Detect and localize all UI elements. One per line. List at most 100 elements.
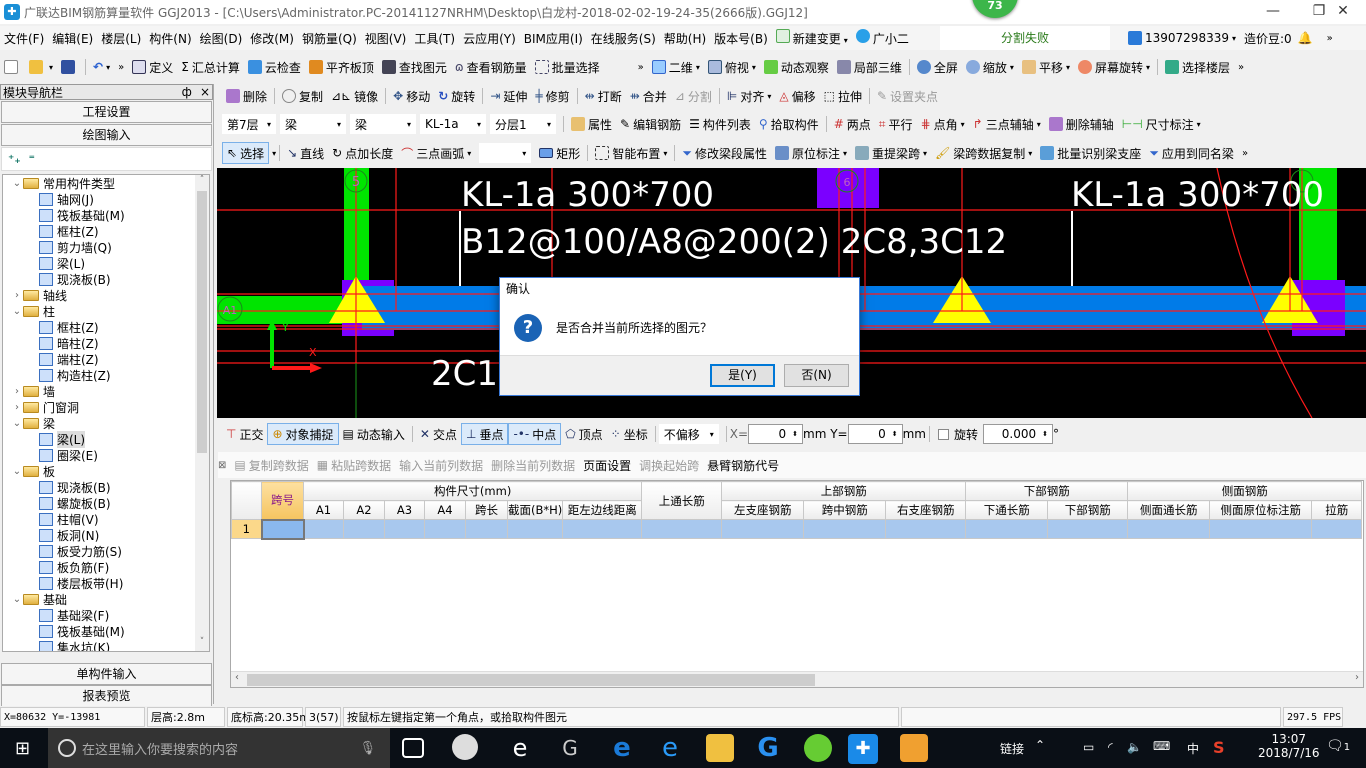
- rotate-button[interactable]: ↻ 旋转: [434, 85, 479, 107]
- cloud-check-button[interactable]: 云检查: [244, 56, 305, 78]
- hscroll-thumb[interactable]: [247, 674, 815, 686]
- copy-span-data-button[interactable]: ▤ 复制跨数据: [230, 454, 312, 476]
- tree-folder[interactable]: ⌄ 基础: [3, 591, 209, 607]
- pick-component-button[interactable]: ⚲ 拾取构件: [755, 113, 823, 135]
- tree-folder[interactable]: › 轴线: [3, 287, 209, 303]
- pin-icon[interactable]: ф: [182, 85, 192, 99]
- clock[interactable]: 13:07 2018/7/16: [1258, 732, 1320, 760]
- yes-button[interactable]: 是(Y): [710, 364, 775, 387]
- menu-edit[interactable]: 编辑(E): [48, 30, 97, 47]
- table-cell[interactable]: [343, 519, 385, 539]
- copy-button[interactable]: 复制: [278, 85, 327, 107]
- spiral-app-icon[interactable]: G: [556, 734, 584, 762]
- tree-item[interactable]: 框柱(Z): [3, 319, 209, 335]
- swap-start-span-button[interactable]: 调换起始跨: [635, 454, 703, 476]
- align-button[interactable]: ⊫ 对齐 ▾: [723, 85, 775, 107]
- snap-coordinate[interactable]: ⁘ 坐标: [607, 423, 652, 445]
- col-a1[interactable]: A1: [303, 500, 344, 520]
- scroll-up-icon[interactable]: ˄: [195, 175, 209, 189]
- table-cell[interactable]: [384, 519, 425, 539]
- parallel-axis-button[interactable]: ⌗ 平行: [875, 113, 917, 135]
- overflow-chevron-icon[interactable]: »: [114, 56, 128, 78]
- file-explorer-icon[interactable]: [706, 734, 734, 762]
- re-extract-span-button[interactable]: 重提梁跨 ▾: [851, 142, 931, 164]
- offset-mode-select[interactable]: 不偏移 ▾: [658, 424, 719, 444]
- edge-icon[interactable]: e: [608, 734, 636, 762]
- menu-modify[interactable]: 修改(M): [246, 30, 298, 47]
- page-setup-button[interactable]: 页面设置: [579, 454, 635, 476]
- tree-item[interactable]: 集水坑(K): [3, 639, 209, 651]
- col-a2[interactable]: A2: [343, 500, 385, 520]
- tree-item[interactable]: 楼层板带(H): [3, 575, 209, 591]
- keyboard-icon[interactable]: ⌨: [1153, 739, 1170, 753]
- define-button[interactable]: 定义: [128, 56, 177, 78]
- overflow-chevron-icon[interactable]: »: [1327, 33, 1333, 44]
- expand-all-icon[interactable]: ⁺₊: [8, 152, 21, 166]
- col-side-in-place-bar[interactable]: 侧面原位标注筋: [1209, 500, 1313, 520]
- ime-indicator[interactable]: 中: [1187, 740, 1199, 757]
- snap-intersection[interactable]: ✕ 交点: [416, 423, 461, 445]
- in-place-annotation-button[interactable]: 原位标注 ▾: [771, 142, 851, 164]
- menu-floor[interactable]: 楼层(L): [97, 30, 145, 47]
- price-beans[interactable]: 造价豆:0: [1244, 30, 1292, 47]
- table-cell[interactable]: [1311, 519, 1363, 539]
- tree-item[interactable]: 剪力墙(Q): [3, 239, 209, 255]
- menu-bim[interactable]: BIM应用(I): [520, 30, 587, 47]
- minimize-button[interactable]: —: [1250, 0, 1296, 24]
- menu-version[interactable]: 版本号(B): [710, 30, 772, 47]
- point-length-button[interactable]: ↻ 点加长度: [328, 142, 397, 164]
- offset-button[interactable]: ◬ 偏移: [775, 85, 819, 107]
- set-grip-button[interactable]: ✎ 设置夹点: [873, 85, 942, 107]
- x-coordinate-input[interactable]: 0 ⬍: [748, 424, 804, 444]
- glodon-g-icon[interactable]: G: [754, 734, 782, 762]
- tree-item[interactable]: 端柱(Z): [3, 351, 209, 367]
- chevron-down-icon[interactable]: ⌄: [11, 418, 23, 429]
- menu-component[interactable]: 构件(N): [145, 30, 195, 47]
- select-button[interactable]: ⇖ 选择: [222, 142, 270, 164]
- summary-calc-button[interactable]: Σ 汇总计算: [177, 56, 244, 78]
- col-bottom-rebar[interactable]: 下部钢筋: [1047, 500, 1129, 520]
- overflow-chevron-icon[interactable]: »: [1238, 142, 1252, 164]
- table-cell[interactable]: [506, 519, 564, 539]
- table-hscrollbar[interactable]: ‹ ›: [231, 671, 1363, 687]
- ggj-app-icon[interactable]: ✚: [848, 734, 878, 764]
- menu-view[interactable]: 视图(V): [361, 30, 411, 47]
- tree-folder[interactable]: ⌄ 常用构件类型: [3, 175, 209, 191]
- table-cell[interactable]: [424, 519, 466, 539]
- table-cell[interactable]: [562, 519, 643, 539]
- trim-button[interactable]: ╪ 修剪: [531, 85, 573, 107]
- account-button[interactable]: 13907298339: [1145, 31, 1229, 45]
- tree-folder[interactable]: ⌄ 梁: [3, 415, 209, 431]
- tree-item[interactable]: 筏板基础(M): [3, 623, 209, 639]
- col-a3[interactable]: A3: [384, 500, 425, 520]
- align-slab-top-button[interactable]: 平齐板顶: [305, 56, 378, 78]
- apply-same-name-button[interactable]: ⏷ 应用到同名梁: [1145, 142, 1238, 164]
- zoom-button[interactable]: 缩放 ▾: [962, 56, 1018, 78]
- edit-rebar-button[interactable]: ✎ 编辑钢筋: [616, 113, 685, 135]
- row-header[interactable]: 1: [231, 519, 262, 539]
- draw-mode-select[interactable]: ▾: [479, 143, 532, 163]
- select-floor-button[interactable]: 选择楼层: [1161, 56, 1234, 78]
- close-button[interactable]: ✕: [1320, 0, 1366, 24]
- col-side-through-bar[interactable]: 侧面通长筋: [1127, 500, 1211, 520]
- col-tie-bar[interactable]: 拉筋: [1311, 500, 1363, 520]
- screen-rotate-button[interactable]: 屏幕旋转 ▾: [1074, 56, 1154, 78]
- span-data-copy-button[interactable]: 🖌 梁跨数据复制 ▾: [931, 142, 1036, 164]
- windows-start-icon[interactable]: ⊞: [15, 738, 30, 759]
- rotate-angle-input[interactable]: 0.000 ⬍: [983, 424, 1054, 444]
- tree-folder[interactable]: ⌄ 柱: [3, 303, 209, 319]
- col-left-support-rebar[interactable]: 左支座钢筋: [721, 500, 805, 520]
- chevron-down-icon[interactable]: ⌄: [11, 594, 23, 605]
- close-icon[interactable]: ×: [200, 85, 210, 99]
- col-mid-span-rebar[interactable]: 跨中钢筋: [803, 500, 887, 520]
- component-list-button[interactable]: ☰ 构件列表: [685, 113, 755, 135]
- open-file-button[interactable]: ▾: [25, 56, 57, 78]
- chevron-down-icon[interactable]: ⌄: [11, 178, 23, 189]
- menu-file[interactable]: 文件(F): [0, 30, 48, 47]
- batch-identify-support-button[interactable]: 批量识别梁支座: [1036, 142, 1145, 164]
- link-label[interactable]: 链接: [1000, 740, 1024, 757]
- delete-axis-button[interactable]: 删除辅轴: [1045, 113, 1118, 135]
- col-span-no[interactable]: 跨号: [261, 481, 304, 520]
- chevron-right-icon[interactable]: ›: [11, 290, 23, 301]
- split-button[interactable]: ⊿ 分割: [671, 85, 716, 107]
